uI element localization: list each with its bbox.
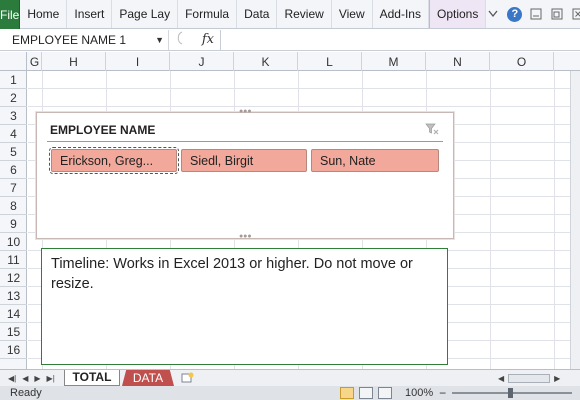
timeline-note-text: Timeline: Works in Excel 2013 or higher.…	[51, 256, 413, 292]
page-layout-view-icon[interactable]	[359, 387, 373, 399]
column-header-n[interactable]: N	[426, 52, 490, 71]
column-header-j[interactable]: J	[170, 52, 234, 71]
row-header-1[interactable]: 1	[0, 71, 27, 89]
slicer-divider	[47, 141, 443, 142]
chevron-down-icon[interactable]: ▼	[155, 35, 164, 45]
status-bar: Ready 100% −	[0, 386, 580, 400]
tab-data[interactable]: Data	[237, 0, 278, 28]
zoom-slider[interactable]	[452, 388, 573, 398]
tab-insert[interactable]: Insert	[67, 0, 113, 28]
formula-input[interactable]	[220, 29, 580, 50]
first-sheet-icon[interactable]: ◀|	[8, 374, 16, 383]
row-header-13[interactable]: 13	[0, 287, 27, 305]
row-header-3[interactable]: 3	[0, 107, 27, 125]
zoom-out-icon[interactable]: −	[439, 386, 446, 400]
zoom-level[interactable]: 100%	[405, 387, 433, 399]
zoom-control: 100% −	[405, 386, 573, 400]
row-headers: 1 2 3 4 5 6 7 8 9 10 11 12 13 14 15 16	[0, 71, 27, 369]
file-tab[interactable]: File	[0, 0, 21, 29]
row-header-12[interactable]: 12	[0, 269, 27, 287]
page-break-view-icon[interactable]	[378, 387, 392, 399]
column-header-h[interactable]: H	[42, 52, 106, 71]
slicer-item-erickson[interactable]: Erickson, Greg...	[49, 147, 179, 174]
last-sheet-icon[interactable]: ▶|	[47, 374, 55, 383]
sheet-tab-total[interactable]: TOTAL	[64, 369, 120, 386]
slicer-item-siedl[interactable]: Siedl, Birgit	[181, 149, 307, 172]
horizontal-scrollbar[interactable]: ◀ ▶	[498, 372, 572, 384]
ribbon-minimize-icon[interactable]	[486, 7, 500, 21]
tab-add-ins[interactable]: Add-Ins	[373, 0, 429, 28]
zoom-slider-knob[interactable]	[508, 388, 514, 398]
sheet-tab-data[interactable]: DATA	[122, 370, 174, 386]
sheet-tabs-bar: ◀| ◀ ▶ ▶| TOTAL DATA ◀ ▶	[0, 369, 580, 386]
row-header-2[interactable]: 2	[0, 89, 27, 107]
scroll-right-icon[interactable]: ▶	[554, 374, 560, 383]
name-box[interactable]: EMPLOYEE NAME 1 ▼	[6, 30, 168, 50]
resize-handle-bottom[interactable]: ● ● ●	[239, 233, 252, 240]
employee-name-slicer[interactable]: ● ● ● ● ● ● EMPLOYEE NAME Erickson, Greg…	[36, 108, 454, 240]
normal-view-icon[interactable]	[340, 387, 354, 399]
next-sheet-icon[interactable]: ▶	[34, 374, 40, 383]
row-header-10[interactable]: 10	[0, 233, 27, 251]
row-header-11[interactable]: 11	[0, 251, 27, 269]
column-header-o[interactable]: O	[490, 52, 554, 71]
minimize-window-icon[interactable]	[529, 7, 543, 21]
row-header-7[interactable]: 7	[0, 179, 27, 197]
row-header-5[interactable]: 5	[0, 143, 27, 161]
column-header-g[interactable]: G	[28, 52, 42, 71]
row-header-8[interactable]: 8	[0, 197, 27, 215]
slicer-title: EMPLOYEE NAME	[50, 123, 156, 137]
formula-controls: fx	[168, 29, 220, 50]
window-controls: ?	[486, 0, 580, 28]
scroll-thumb[interactable]	[508, 373, 551, 383]
row-header-14[interactable]: 14	[0, 305, 27, 323]
tab-formulas[interactable]: Formula	[178, 0, 238, 28]
name-box-value: EMPLOYEE NAME 1	[12, 32, 127, 47]
tab-options[interactable]: Options	[428, 0, 487, 28]
tab-home[interactable]: Home	[20, 0, 68, 28]
column-header-k[interactable]: K	[234, 52, 298, 71]
vertical-scrollbar[interactable]	[570, 71, 580, 369]
row-header-6[interactable]: 6	[0, 161, 27, 179]
tab-view[interactable]: View	[332, 0, 373, 28]
column-headers: G H I J K L M N O	[0, 52, 580, 71]
resize-handle-icon[interactable]	[175, 31, 185, 48]
restore-window-icon[interactable]	[550, 7, 564, 21]
row-header-15[interactable]: 15	[0, 323, 27, 341]
row-header-9[interactable]: 9	[0, 215, 27, 233]
column-header-m[interactable]: M	[362, 52, 426, 71]
row-header-4[interactable]: 4	[0, 125, 27, 143]
close-window-icon[interactable]	[571, 7, 580, 21]
ribbon-tabs: File Home Insert Page Lay Formula Data R…	[0, 0, 580, 29]
prev-sheet-icon[interactable]: ◀	[22, 374, 28, 383]
slicer-item-sun[interactable]: Sun, Nate	[311, 149, 439, 172]
tab-review[interactable]: Review	[277, 0, 332, 28]
formula-bar: EMPLOYEE NAME 1 ▼ fx	[0, 29, 580, 51]
insert-function-icon[interactable]: fx	[202, 32, 214, 47]
column-header-i[interactable]: I	[106, 52, 170, 71]
column-header-l[interactable]: L	[298, 52, 362, 71]
insert-sheet-icon[interactable]	[178, 372, 196, 384]
select-all-corner[interactable]	[0, 52, 27, 71]
help-icon[interactable]: ?	[507, 6, 523, 22]
scroll-left-icon[interactable]: ◀	[498, 374, 504, 383]
view-buttons	[340, 387, 392, 399]
clear-filter-icon[interactable]	[425, 122, 439, 136]
sheet-navigation: ◀| ◀ ▶ ▶|	[0, 374, 64, 383]
status-text: Ready	[10, 387, 42, 399]
timeline-note-box[interactable]: Timeline: Works in Excel 2013 or higher.…	[41, 248, 448, 365]
row-header-16[interactable]: 16	[0, 341, 27, 359]
resize-handle-top[interactable]: ● ● ●	[239, 108, 252, 115]
tab-page-layout[interactable]: Page Lay	[112, 0, 179, 28]
